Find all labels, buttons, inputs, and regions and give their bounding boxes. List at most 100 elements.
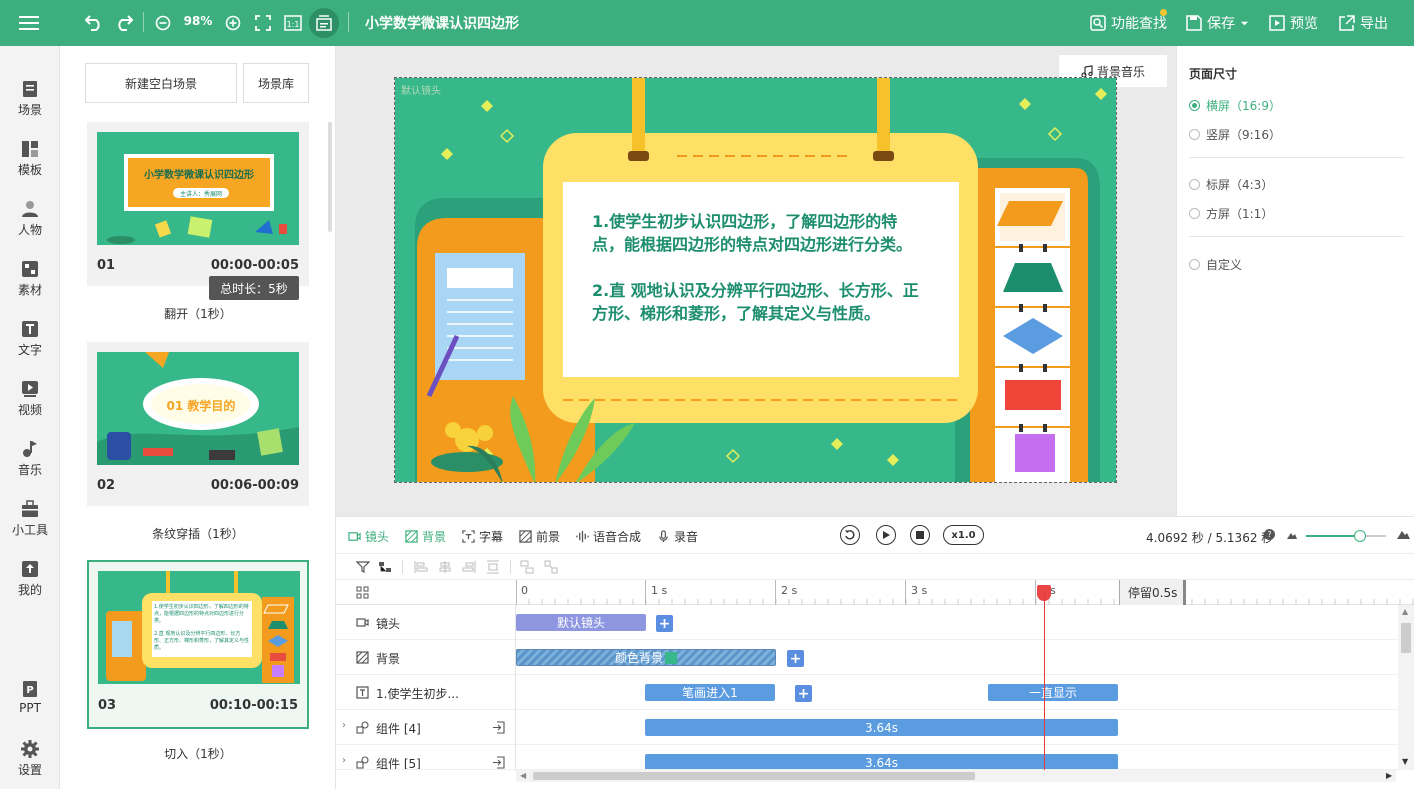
replay-button[interactable]	[840, 525, 860, 545]
help-icon[interactable]: ?	[1264, 529, 1275, 540]
scene-card-01[interactable]: 小学数学微课认识四边形 主讲人：秀展网 01 00:00-00:05	[87, 122, 309, 286]
toolbox-icon	[22, 500, 38, 517]
exit-group-icon[interactable]	[492, 721, 505, 734]
track-name: 1.使学生初步...	[376, 687, 459, 701]
tab-background[interactable]: 背景	[405, 528, 446, 545]
zoom-in-icon[interactable]	[222, 12, 244, 34]
scroll-thumb[interactable]	[1401, 623, 1411, 653]
menu-icon[interactable]	[18, 12, 40, 34]
playhead[interactable]	[1044, 590, 1045, 774]
scroll-thumb[interactable]	[533, 772, 975, 780]
pause-duration[interactable]: 停留0.5s	[1119, 580, 1186, 605]
add-clip-button[interactable]: +	[656, 615, 673, 632]
save-button[interactable]: 保存	[1186, 13, 1249, 33]
nav-template[interactable]: 模板	[0, 140, 60, 190]
zoom-large-icon[interactable]	[1396, 528, 1411, 540]
time-ruler[interactable]: 0 1 s 2 s 3 s s	[516, 580, 1414, 605]
stop-button[interactable]	[910, 525, 930, 545]
nav-character[interactable]: 人物	[0, 200, 60, 250]
page-size-option-16-9[interactable]: 横屏（16:9）	[1189, 97, 1281, 114]
track-label[interactable]: 背景	[336, 640, 516, 675]
divider	[510, 560, 511, 574]
filter-icon[interactable]	[356, 560, 370, 574]
clip-color-background[interactable]: 颜色背景	[516, 649, 776, 666]
timeline-zoom-slider[interactable]	[1306, 530, 1386, 542]
stage-text-box[interactable]: 1.使学生初步认识四边形，了解四边形的特点，能根据四边形的特点对四边形进行分类。…	[592, 210, 922, 348]
align-center-icon[interactable]	[438, 560, 452, 574]
page-size-option-1-1[interactable]: 方屏（1:1）	[1189, 205, 1273, 222]
tab-camera[interactable]: 镜头	[348, 528, 389, 545]
tab-tts[interactable]: 语音合成	[576, 528, 641, 545]
distribute-icon[interactable]	[486, 560, 500, 574]
scene-stage[interactable]: 默认镜头 1.使学生初步认识四边形，了解四边形的特点，能根据四边形的特点对四边形…	[394, 77, 1117, 483]
scene-transition-label[interactable]: 条纹穿插（1秒）	[87, 525, 309, 542]
scroll-right-icon[interactable]: ▶	[1386, 771, 1392, 780]
scene-card-02[interactable]: 01 教学目的 02 00:06-00:09	[87, 342, 309, 506]
clip-component[interactable]: 3.64s	[645, 754, 1118, 769]
align-right-icon[interactable]	[462, 560, 476, 574]
exit-group-icon[interactable]	[492, 756, 505, 769]
nav-material[interactable]: 素材	[0, 260, 60, 310]
zoom-out-icon[interactable]	[152, 12, 174, 34]
track-label[interactable]: 1.使学生初步...	[336, 675, 516, 710]
clip-component[interactable]: 3.64s	[645, 719, 1118, 736]
ungroup-icon[interactable]	[544, 560, 558, 574]
expand-caret-icon[interactable]: ›	[342, 720, 346, 731]
document-title[interactable]: 小学数学微课认识四边形	[365, 13, 519, 33]
track-label[interactable]: › 组件 [4]	[336, 710, 516, 745]
track-label[interactable]: › 组件 [5]	[336, 745, 516, 769]
new-blank-scene-button[interactable]: 新建空白场景	[85, 63, 237, 103]
fullscreen-icon[interactable]	[252, 12, 274, 34]
export-button[interactable]: 导出	[1339, 13, 1388, 33]
scene-card-03[interactable]: 1.使学生初步认识四边形，了解四边形的特点，能根据四边形的特点对四边形进行分类。…	[87, 560, 309, 729]
tab-subtitle[interactable]: 字幕	[462, 528, 503, 545]
expand-caret-icon[interactable]: ›	[342, 755, 346, 766]
group-icon[interactable]	[520, 560, 534, 574]
clip-always-show[interactable]: 一直显示	[988, 684, 1118, 701]
radio-icon	[1189, 179, 1200, 190]
nav-settings[interactable]: 设置	[0, 740, 60, 789]
align-left-icon[interactable]	[414, 560, 428, 574]
page-size-option-4-3[interactable]: 标屏（4:3）	[1189, 176, 1273, 193]
nav-tools[interactable]: 小工具	[0, 500, 60, 550]
scene-transition-label[interactable]: 翻开（1秒）	[87, 305, 309, 322]
actual-size-icon[interactable]: 1:1	[282, 12, 304, 34]
clip-stroke-enter[interactable]: 笔画进入1	[645, 684, 775, 701]
media-toggle-icon[interactable]	[309, 8, 339, 38]
scene-library-button[interactable]: 场景库	[243, 63, 309, 103]
add-clip-button[interactable]: +	[795, 685, 812, 702]
slider-knob[interactable]	[1354, 530, 1366, 542]
nav-video[interactable]: 视频	[0, 380, 60, 430]
upload-icon	[22, 561, 38, 577]
tab-foreground[interactable]: 前景	[519, 528, 560, 545]
scroll-down-icon[interactable]: ▼	[1402, 757, 1408, 766]
playback-speed-button[interactable]: x1.0	[943, 525, 984, 545]
add-clip-button[interactable]: +	[787, 650, 804, 667]
zoom-small-icon[interactable]	[1286, 530, 1298, 540]
tab-record[interactable]: 录音	[657, 528, 698, 545]
find-feature-button[interactable]: 功能查找	[1090, 13, 1167, 33]
page-size-option-custom[interactable]: 自定义	[1189, 256, 1242, 273]
nav-mine[interactable]: 我的	[0, 560, 60, 610]
track-header-corner	[336, 580, 516, 605]
play-button[interactable]	[876, 525, 896, 545]
layers-icon[interactable]	[356, 586, 369, 599]
nav-text[interactable]: 文字	[0, 320, 60, 370]
horizontal-scrollbar[interactable]: ◀ ▶	[516, 770, 1396, 782]
preview-button[interactable]: 预览	[1269, 13, 1318, 33]
vertical-scrollbar[interactable]: ▲ ▼	[1398, 605, 1414, 770]
align-icon[interactable]	[378, 560, 392, 574]
page-size-option-9-16[interactable]: 竖屏（9:16）	[1189, 126, 1281, 143]
panel-scrollbar[interactable]	[328, 122, 332, 232]
preview-icon	[1269, 15, 1285, 31]
nav-ppt[interactable]: P PPT	[0, 680, 60, 730]
nav-music[interactable]: 音乐	[0, 440, 60, 490]
nav-scene[interactable]: 场景	[0, 80, 60, 130]
scroll-left-icon[interactable]: ◀	[520, 771, 526, 780]
scroll-up-icon[interactable]: ▲	[1402, 607, 1408, 616]
redo-icon[interactable]	[113, 12, 135, 34]
track-label[interactable]: 镜头	[336, 605, 516, 640]
undo-icon[interactable]	[83, 12, 105, 34]
scene-transition-label[interactable]: 切入（1秒）	[87, 745, 309, 762]
clip-default-camera[interactable]: 默认镜头	[516, 614, 646, 631]
